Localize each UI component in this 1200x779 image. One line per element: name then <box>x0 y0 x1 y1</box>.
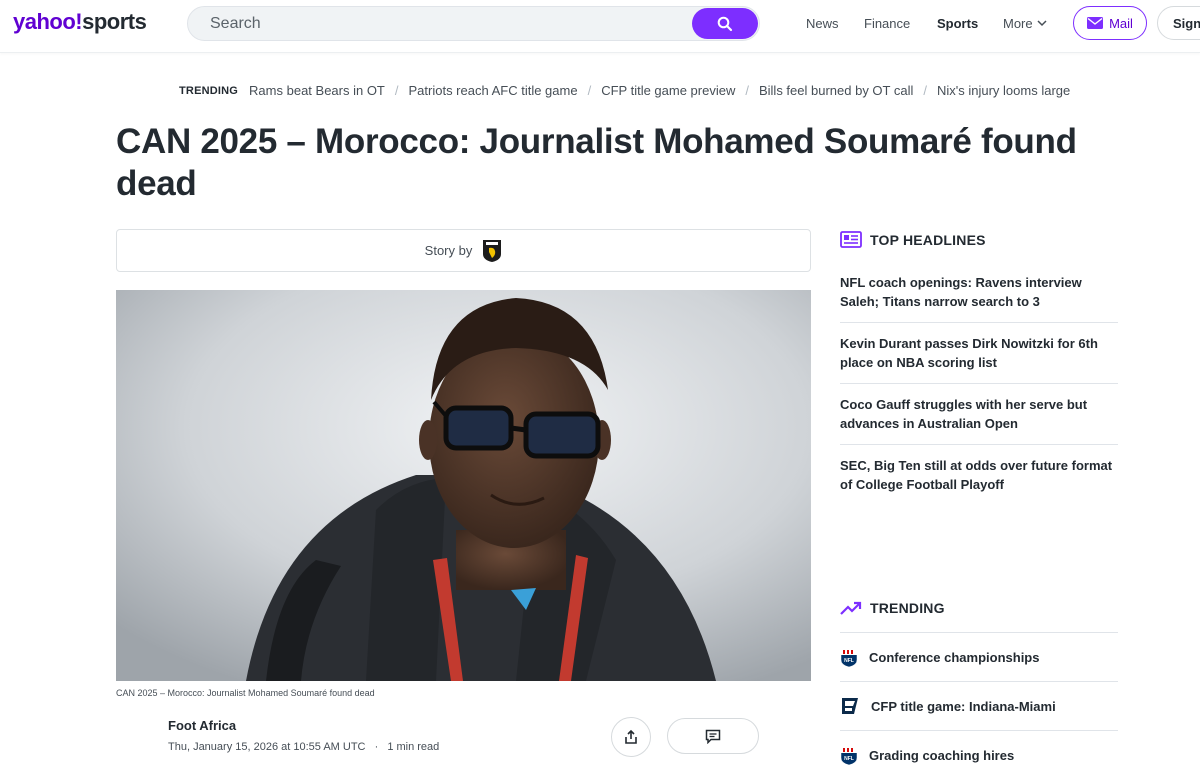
trending-item[interactable]: CFP title game: Indiana-Miami <box>840 681 1118 730</box>
author-name[interactable]: Foot Africa <box>168 718 236 733</box>
newspaper-icon <box>840 231 862 248</box>
photo-caption: CAN 2025 – Morocco: Journalist Mohamed S… <box>116 688 375 698</box>
separator: / <box>923 83 927 98</box>
search-bar <box>187 6 760 41</box>
logo-sports-text: sports <box>82 9 147 34</box>
site-header: yahoo!sports News Finance Sports More Ma… <box>0 0 1200 53</box>
search-button[interactable] <box>692 8 758 39</box>
nav-finance[interactable]: Finance <box>864 16 910 31</box>
story-by-box: Story by <box>116 229 811 272</box>
share-button[interactable] <box>611 717 651 757</box>
nav-sports[interactable]: Sports <box>937 16 978 31</box>
sign-in-button[interactable]: Sign in <box>1157 6 1200 40</box>
yahoo-sports-logo[interactable]: yahoo!sports <box>13 9 147 35</box>
meta-dot: · <box>374 741 379 753</box>
trending-link[interactable]: Patriots reach AFC title game <box>409 83 578 98</box>
trending-item-label: Conference championships <box>869 649 1040 665</box>
nav-news[interactable]: News <box>806 16 839 31</box>
logo-yahoo-text: yahoo! <box>13 9 83 34</box>
separator: / <box>587 83 592 98</box>
trending-bar: TRENDING Rams beat Bears in OT / Patriot… <box>179 83 1070 98</box>
search-input[interactable] <box>208 14 692 34</box>
mail-label: Mail <box>1109 15 1133 31</box>
chevron-down-icon <box>1037 20 1047 27</box>
trending-item[interactable]: NFL Grading coaching hires <box>840 730 1118 779</box>
nav-more-label: More <box>1003 16 1033 31</box>
trending-link[interactable]: CFP title game preview <box>601 83 735 98</box>
trending-list: NFL Conference championships CFP title g… <box>840 632 1118 779</box>
separator: / <box>394 83 399 98</box>
trending-item-label: Grading coaching hires <box>869 747 1015 763</box>
cfp-logo-icon <box>842 698 858 714</box>
headline-item[interactable]: Coco Gauff struggles with her serve but … <box>840 383 1118 444</box>
trending-item[interactable]: NFL Conference championships <box>840 632 1118 681</box>
mail-button[interactable]: Mail <box>1073 6 1147 40</box>
top-headlines-heading: TOP HEADLINES <box>840 231 986 248</box>
headline-item[interactable]: NFL coach openings: Ravens interview Sal… <box>840 262 1118 322</box>
top-headlines-label: TOP HEADLINES <box>870 231 986 248</box>
nfl-shield-icon: NFL <box>840 648 858 667</box>
comment-icon <box>705 729 721 744</box>
svg-text:NFL: NFL <box>844 658 854 664</box>
mail-icon <box>1087 17 1104 29</box>
separator: / <box>745 83 749 98</box>
headline-item[interactable]: SEC, Big Ten still at odds over future f… <box>840 444 1118 505</box>
trending-up-icon <box>840 601 862 615</box>
trending-heading: TRENDING <box>840 600 945 616</box>
journalist-portrait <box>116 290 811 681</box>
search-icon <box>717 16 733 31</box>
article-meta: Thu, January 15, 2026 at 10:55 AM UTC · … <box>168 741 439 753</box>
headline-list: NFL coach openings: Ravens interview Sal… <box>840 262 1118 505</box>
trending-link[interactable]: Nix's injury looms large <box>937 83 1070 98</box>
trending-item-label: CFP title game: Indiana-Miami <box>871 698 1056 714</box>
trending-link[interactable]: Rams beat Bears in OT <box>249 83 385 98</box>
read-time: 1 min read <box>387 741 440 753</box>
publish-date: Thu, January 15, 2026 at 10:55 AM UTC <box>168 741 366 753</box>
nfl-shield-icon: NFL <box>840 746 858 765</box>
foot-africa-logo-icon[interactable] <box>482 239 502 263</box>
svg-text:NFL: NFL <box>844 756 854 762</box>
article-title: CAN 2025 – Morocco: Journalist Mohamed S… <box>116 122 1077 203</box>
story-by-label: Story by <box>424 243 473 258</box>
comments-button[interactable] <box>667 718 759 754</box>
trending-link[interactable]: Bills feel burned by OT call <box>759 83 913 98</box>
nav-more[interactable]: More <box>1003 16 1047 31</box>
article-photo[interactable] <box>116 290 811 681</box>
trending-label: TRENDING <box>870 600 945 616</box>
headline-item[interactable]: Kevin Durant passes Dirk Nowitzki for 6t… <box>840 322 1118 383</box>
share-icon <box>625 729 637 744</box>
trending-bar-label: TRENDING <box>179 84 239 97</box>
